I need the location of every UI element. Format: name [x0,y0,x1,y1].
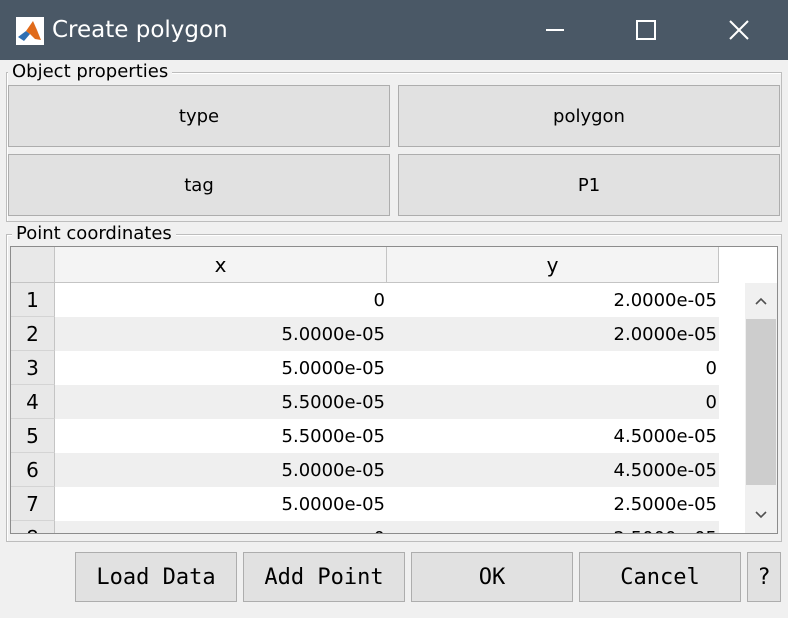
load-data-button[interactable]: Load Data [75,552,237,602]
maximize-icon [636,20,656,40]
chevron-up-icon [755,297,767,305]
cell-y[interactable]: 4.5000e-05 [387,453,719,487]
cell-y[interactable]: 2.0000e-05 [387,283,719,317]
table-row[interactable]: 1 0 2.0000e-05 [11,283,719,317]
scroll-down-button[interactable] [745,497,777,533]
minimize-icon [546,29,564,31]
row-header[interactable]: 5 [11,419,55,453]
cell-x[interactable]: 5.0000e-05 [55,351,387,385]
cell-y[interactable]: 4.5000e-05 [387,419,719,453]
cell-x[interactable]: 5.0000e-05 [55,453,387,487]
row-header[interactable]: 7 [11,487,55,521]
property-key-type[interactable]: type [8,85,390,147]
row-header[interactable]: 2 [11,317,55,351]
window-title: Create polygon [52,17,228,43]
row-header[interactable]: 4 [11,385,55,419]
table-row[interactable]: 7 5.0000e-05 2.5000e-05 [11,487,719,521]
ok-button[interactable]: OK [411,552,573,602]
close-button[interactable] [692,0,788,60]
cell-x[interactable]: 5.0000e-05 [55,317,387,351]
cancel-button[interactable]: Cancel [579,552,741,602]
table-row[interactable]: 5 5.5000e-05 4.5000e-05 [11,419,719,453]
scroll-up-button[interactable] [745,283,777,319]
column-header-y[interactable]: y [387,247,719,283]
table-row[interactable]: 8 0 2.5000e-05 [11,521,719,534]
table-corner [11,247,55,283]
cell-y[interactable]: 0 [387,351,719,385]
table-row[interactable]: 3 5.0000e-05 0 [11,351,719,385]
cell-y[interactable]: 2.0000e-05 [387,317,719,351]
scroll-thumb[interactable] [746,319,776,485]
help-button[interactable]: ? [747,552,781,602]
add-point-button[interactable]: Add Point [243,552,405,602]
chevron-down-icon [755,511,767,519]
row-header[interactable]: 1 [11,283,55,317]
cell-y[interactable]: 2.5000e-05 [387,521,719,534]
table-scrollbar[interactable] [745,283,777,533]
title-bar: Create polygon [0,0,788,60]
point-coordinates-label: Point coordinates [12,223,176,245]
column-header-x[interactable]: x [55,247,387,283]
table-row[interactable]: 2 5.0000e-05 2.0000e-05 [11,317,719,351]
cell-x[interactable]: 0 [55,283,387,317]
matlab-logo-icon [16,17,44,45]
cell-x[interactable]: 5.5000e-05 [55,385,387,419]
row-header[interactable]: 8 [11,521,55,533]
property-value-type[interactable]: polygon [398,85,780,147]
property-key-tag[interactable]: tag [8,154,390,216]
table-row[interactable]: 4 5.5000e-05 0 [11,385,719,419]
cell-y[interactable]: 0 [387,385,719,419]
close-icon [729,20,749,40]
cell-x[interactable]: 0 [55,521,387,534]
row-header[interactable]: 6 [11,453,55,487]
object-properties-label: Object properties [8,61,173,83]
maximize-button[interactable] [598,0,690,60]
cell-x[interactable]: 5.5000e-05 [55,419,387,453]
coordinates-table[interactable]: x y 1 0 2.0000e-05 2 5.0000e-05 2.0000e-… [10,246,778,534]
cell-y[interactable]: 2.5000e-05 [387,487,719,521]
property-value-tag[interactable]: P1 [398,154,780,216]
table-row[interactable]: 6 5.0000e-05 4.5000e-05 [11,453,719,487]
row-header[interactable]: 3 [11,351,55,385]
minimize-button[interactable] [506,0,598,60]
cell-x[interactable]: 5.0000e-05 [55,487,387,521]
